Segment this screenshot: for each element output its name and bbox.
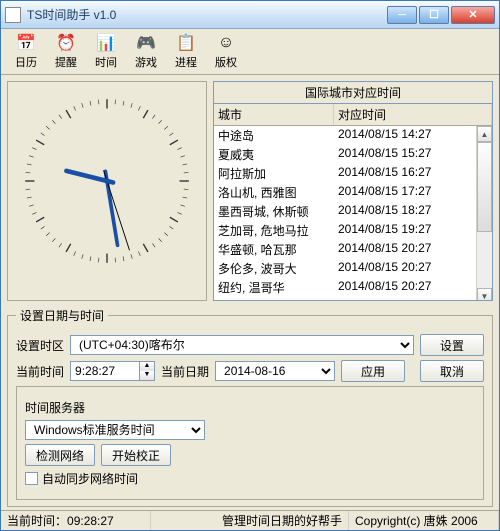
cell-time: 2014/08/15 20:27 bbox=[334, 259, 492, 278]
cell-city: 中途岛 bbox=[214, 126, 334, 145]
scroll-up-icon[interactable]: ▲ bbox=[477, 126, 492, 142]
cell-city: 多伦多, 波哥大 bbox=[214, 259, 334, 278]
time-input[interactable] bbox=[70, 361, 140, 381]
cell-city: 夏威夷 bbox=[214, 145, 334, 164]
table-row[interactable]: 芝加哥, 危地马拉2014/08/15 19:27 bbox=[214, 221, 492, 240]
cancel-button[interactable]: 取消 bbox=[420, 360, 484, 382]
status-time-label: 当前时间： bbox=[7, 512, 67, 529]
status-time-value: 09:28:27 bbox=[67, 514, 114, 528]
cell-city: 墨西哥城, 休斯顿 bbox=[214, 202, 334, 221]
city-time-title: 国际城市对应时间 bbox=[214, 82, 492, 104]
cell-time: 2014/08/15 21:27 bbox=[334, 297, 492, 300]
toolbar-time[interactable]: 📊时间 bbox=[87, 32, 125, 72]
cell-time: 2014/08/15 18:27 bbox=[334, 202, 492, 221]
toolbar-process[interactable]: 📋进程 bbox=[167, 32, 205, 72]
app-icon bbox=[5, 7, 21, 23]
table-row[interactable]: 中途岛2014/08/15 14:27 bbox=[214, 126, 492, 145]
cell-city: 华盛顿, 哈瓦那 bbox=[214, 240, 334, 259]
table-row[interactable]: 纽约, 温哥华2014/08/15 20:27 bbox=[214, 278, 492, 297]
spin-up-icon[interactable]: ▲ bbox=[140, 362, 154, 371]
scroll-down-icon[interactable]: ▼ bbox=[477, 288, 492, 300]
time-icon: 📊 bbox=[96, 33, 116, 53]
cell-time: 2014/08/15 16:27 bbox=[334, 164, 492, 183]
toolbar-calendar[interactable]: 📅日历 bbox=[7, 32, 45, 72]
table-row[interactable]: 阿拉斯加2014/08/15 16:27 bbox=[214, 164, 492, 183]
cell-time: 2014/08/15 19:27 bbox=[334, 221, 492, 240]
copyright-icon: ☺ bbox=[216, 33, 236, 53]
cell-city: 里约热内卢, 圣保罗 bbox=[214, 297, 334, 300]
time-server-label: 时间服务器 bbox=[25, 399, 85, 416]
table-row[interactable]: 多伦多, 波哥大2014/08/15 20:27 bbox=[214, 259, 492, 278]
toolbar-label: 进程 bbox=[175, 54, 197, 70]
timezone-select[interactable]: (UTC+04:30)喀布尔 bbox=[70, 335, 414, 355]
toolbar-copyright[interactable]: ☺版权 bbox=[207, 32, 245, 72]
check-network-button[interactable]: 检测网络 bbox=[25, 444, 95, 466]
cell-time: 2014/08/15 15:27 bbox=[334, 145, 492, 164]
spin-down-icon[interactable]: ▼ bbox=[140, 371, 154, 380]
table-row[interactable]: 墨西哥城, 休斯顿2014/08/15 18:27 bbox=[214, 202, 492, 221]
cell-time: 2014/08/15 17:27 bbox=[334, 183, 492, 202]
current-time-label: 当前时间 bbox=[16, 363, 64, 380]
checkbox-icon[interactable] bbox=[25, 472, 38, 485]
auto-sync-checkbox[interactable]: 自动同步网络时间 bbox=[25, 470, 475, 487]
apply-button[interactable]: 应用 bbox=[341, 360, 405, 382]
statusbar: 当前时间：09:28:27 管理时间日期的好帮手 Copyright(c) 唐姝… bbox=[1, 510, 499, 530]
reminder-icon: ⏰ bbox=[56, 33, 76, 53]
table-row[interactable]: 华盛顿, 哈瓦那2014/08/15 20:27 bbox=[214, 240, 492, 259]
table-row[interactable]: 洛山机, 西雅图2014/08/15 17:27 bbox=[214, 183, 492, 202]
auto-sync-label: 自动同步网络时间 bbox=[42, 470, 138, 487]
datetime-settings: 设置日期与时间 设置时区 (UTC+04:30)喀布尔 设置 当前时间 ▲▼ 当… bbox=[7, 307, 493, 507]
titlebar: TS时间助手 v1.0 ─ ☐ ✕ bbox=[1, 1, 499, 29]
status-copyright: Copyright(c) 唐姝 2006 bbox=[355, 512, 478, 529]
cell-city: 阿拉斯加 bbox=[214, 164, 334, 183]
cell-time: 2014/08/15 14:27 bbox=[334, 126, 492, 145]
col-city[interactable]: 城市 bbox=[214, 104, 334, 125]
status-slogan: 管理时间日期的好帮手 bbox=[222, 512, 342, 529]
toolbar-label: 日历 bbox=[15, 54, 37, 70]
game-icon: 🎮 bbox=[136, 33, 156, 53]
start-sync-button[interactable]: 开始校正 bbox=[101, 444, 171, 466]
scrollbar[interactable]: ▲ ▼ bbox=[476, 126, 492, 300]
toolbar-reminder[interactable]: ⏰提醒 bbox=[47, 32, 85, 72]
city-time-panel: 国际城市对应时间 城市 对应时间 中途岛2014/08/15 14:27夏威夷2… bbox=[213, 81, 493, 301]
window-title: TS时间助手 v1.0 bbox=[27, 6, 387, 23]
close-button[interactable]: ✕ bbox=[451, 6, 495, 24]
cell-city: 洛山机, 西雅图 bbox=[214, 183, 334, 202]
analog-clock bbox=[7, 81, 207, 301]
time-spinner[interactable]: ▲▼ bbox=[70, 361, 155, 381]
time-server-select[interactable]: Windows标准服务时间 bbox=[25, 420, 205, 440]
table-row[interactable]: 里约热内卢, 圣保罗2014/08/15 21:27 bbox=[214, 297, 492, 300]
maximize-button[interactable]: ☐ bbox=[419, 6, 449, 24]
date-select[interactable]: 2014-08-16 bbox=[215, 361, 335, 381]
current-date-label: 当前日期 bbox=[161, 363, 209, 380]
process-icon: 📋 bbox=[176, 33, 196, 53]
minimize-button[interactable]: ─ bbox=[387, 6, 417, 24]
scroll-thumb[interactable] bbox=[477, 142, 492, 232]
toolbar-label: 游戏 bbox=[135, 54, 157, 70]
col-time[interactable]: 对应时间 bbox=[334, 104, 492, 125]
timezone-label: 设置时区 bbox=[16, 337, 64, 354]
toolbar-label: 版权 bbox=[215, 54, 237, 70]
grid-header: 城市 对应时间 bbox=[214, 104, 492, 126]
cell-time: 2014/08/15 20:27 bbox=[334, 240, 492, 259]
cell-city: 纽约, 温哥华 bbox=[214, 278, 334, 297]
toolbar-game[interactable]: 🎮游戏 bbox=[127, 32, 165, 72]
cell-time: 2014/08/15 20:27 bbox=[334, 278, 492, 297]
toolbar-label: 时间 bbox=[95, 54, 117, 70]
cell-city: 芝加哥, 危地马拉 bbox=[214, 221, 334, 240]
table-row[interactable]: 夏威夷2014/08/15 15:27 bbox=[214, 145, 492, 164]
set-timezone-button[interactable]: 设置 bbox=[420, 334, 484, 356]
settings-legend: 设置日期与时间 bbox=[16, 307, 108, 324]
toolbar-label: 提醒 bbox=[55, 54, 77, 70]
calendar-icon: 📅 bbox=[16, 33, 36, 53]
toolbar: 📅日历⏰提醒📊时间🎮游戏📋进程☺版权 bbox=[1, 29, 499, 75]
